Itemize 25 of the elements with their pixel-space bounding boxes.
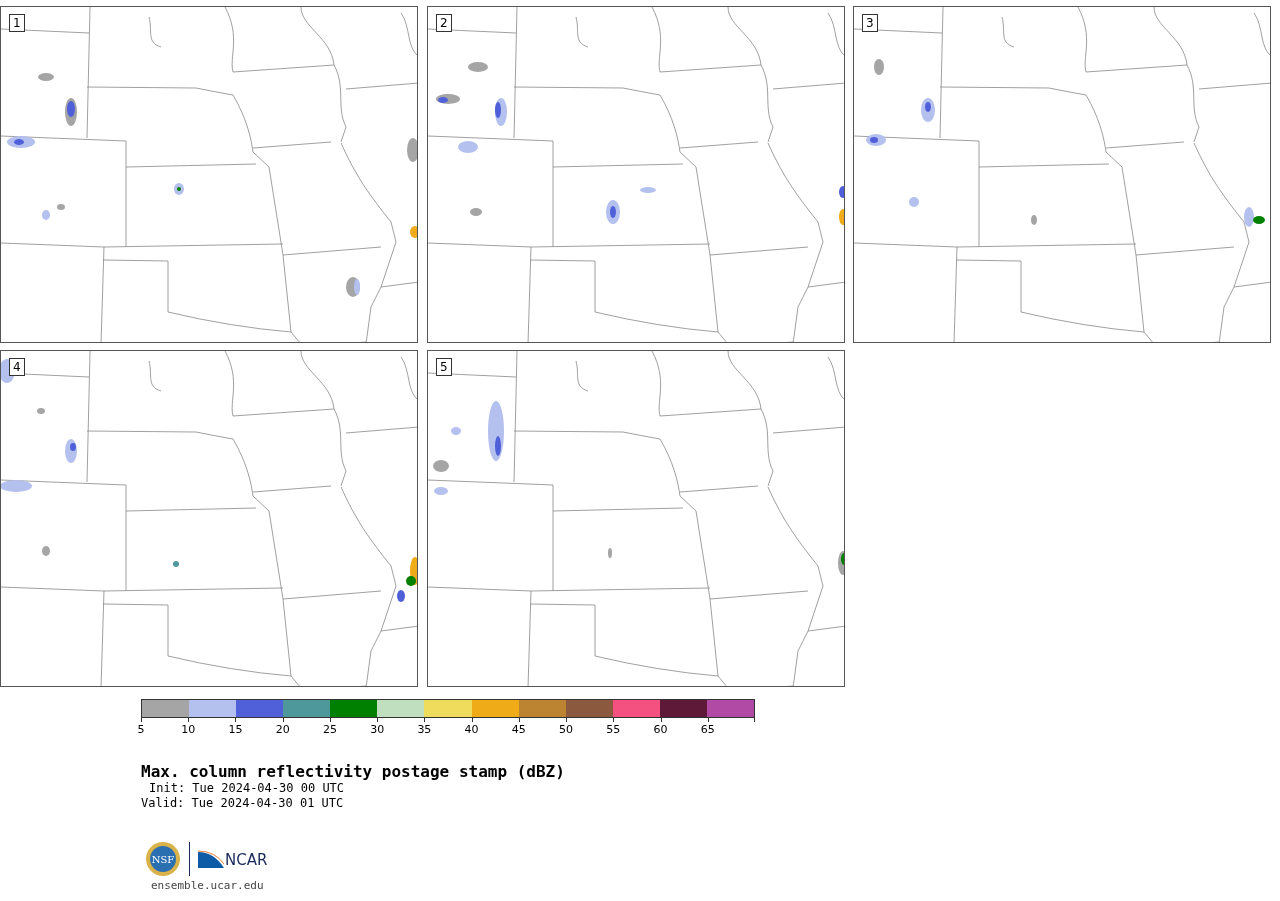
panel-number: 3 <box>862 14 878 32</box>
ncar-logo-icon <box>198 850 224 868</box>
tick-label: 55 <box>606 723 621 736</box>
tick-label: 45 <box>511 723 526 736</box>
website-url: ensemble.ucar.edu <box>151 879 265 892</box>
panel-number: 1 <box>9 14 25 32</box>
valid-time: Valid: Tue 2024-04-30 01 UTC <box>141 796 345 811</box>
tick-label: 10 <box>181 723 196 736</box>
chart-title: Max. column reflectivity postage stamp (dBZ) <box>141 762 566 781</box>
tick-label: 15 <box>228 723 243 736</box>
tick-label: 65 <box>700 723 715 736</box>
tick-label: 25 <box>322 723 337 736</box>
panel-number: 4 <box>9 358 25 376</box>
tick-label: 35 <box>417 723 432 736</box>
tick-label: 60 <box>653 723 668 736</box>
tick-label: 5 <box>137 723 145 736</box>
tick-label: 20 <box>275 723 290 736</box>
tick-label: 30 <box>370 723 385 736</box>
ncar-logo-text: NCAR <box>225 853 268 868</box>
tick-label: 40 <box>464 723 479 736</box>
nsf-logo-icon: NSF <box>145 841 181 877</box>
init-time: Init: Tue 2024-04-30 00 UTC <box>148 781 346 796</box>
panel-number: 2 <box>436 14 452 32</box>
tick-label: 50 <box>559 723 574 736</box>
panel-number: 5 <box>436 358 452 376</box>
